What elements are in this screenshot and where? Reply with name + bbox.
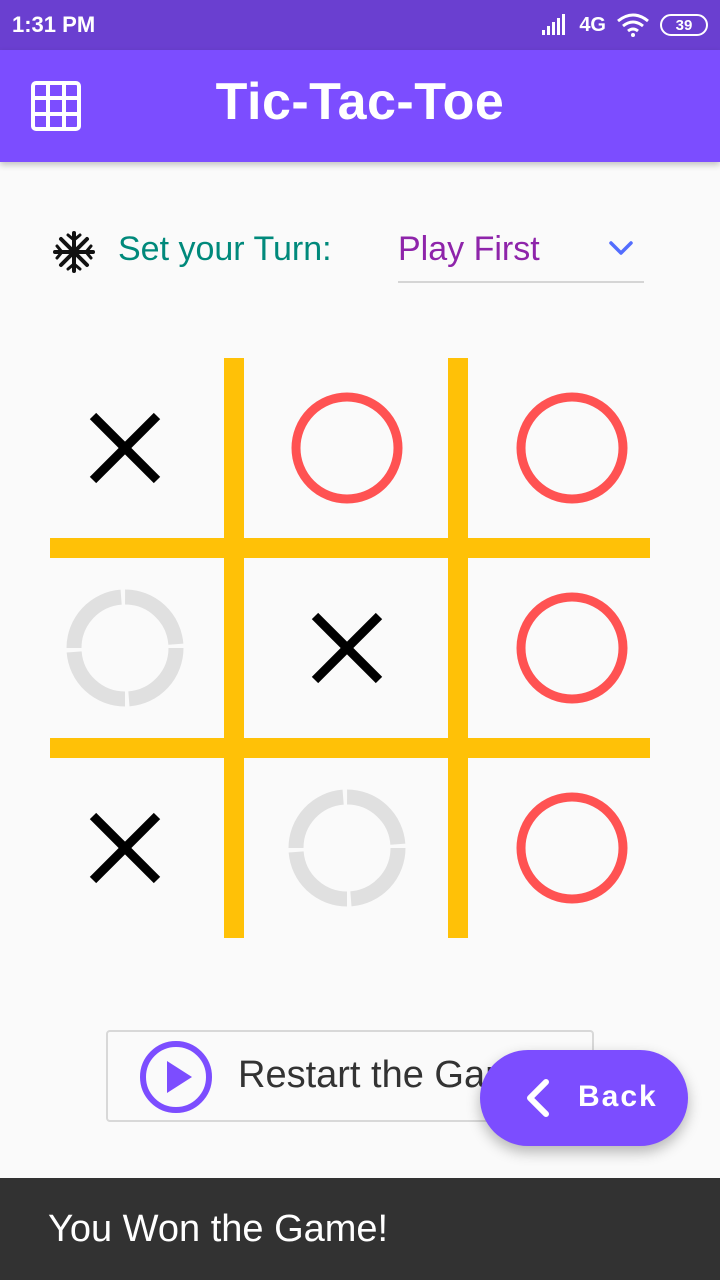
app-bar: Tic-Tac-Toe <box>0 50 720 162</box>
board-cell-r3c3[interactable] <box>497 773 647 923</box>
board-cell-r1c1[interactable] <box>50 373 200 523</box>
board-cell-r3c2[interactable] <box>272 773 422 923</box>
board-line-horizontal-2 <box>50 738 650 758</box>
turn-dropdown[interactable]: Play First <box>398 220 644 283</box>
status-time: 1:31 PM <box>12 12 96 37</box>
x-mark-icon <box>311 612 383 684</box>
board-cell-r2c2[interactable] <box>272 573 422 723</box>
back-label: Back <box>578 1080 658 1113</box>
snackbar-message: You Won the Game! <box>48 1208 389 1250</box>
empty-cell-spinner-icon <box>66 589 184 707</box>
battery-icon: 39 <box>660 14 708 36</box>
chevron-down-icon <box>609 241 633 255</box>
status-icons: 4G 39 <box>541 12 708 38</box>
board-cell-r3c1[interactable] <box>50 773 200 923</box>
o-mark-icon <box>516 792 628 904</box>
x-mark-icon <box>89 812 161 884</box>
board-cell-r1c2[interactable] <box>272 373 422 523</box>
x-mark-icon <box>89 412 161 484</box>
board-cell-r2c3[interactable] <box>497 573 647 723</box>
empty-cell-spinner-icon <box>288 789 406 907</box>
board-line-horizontal-1 <box>50 538 650 558</box>
battery-level: 39 <box>675 16 693 34</box>
o-mark-icon <box>516 392 628 504</box>
snackbar: You Won the Game! <box>0 1178 720 1280</box>
status-bar: 1:31 PM 4G 39 <box>0 0 720 50</box>
turn-selected-value: Play First <box>398 230 540 268</box>
back-button[interactable]: Back <box>480 1050 688 1146</box>
o-mark-icon <box>291 392 403 504</box>
snowflake-icon <box>53 231 95 273</box>
play-circle-icon <box>140 1041 212 1113</box>
chevron-left-icon <box>527 1079 549 1117</box>
game-board <box>50 358 650 938</box>
o-mark-icon <box>516 592 628 704</box>
board-line-vertical-2 <box>448 358 468 938</box>
network-type: 4G <box>579 13 606 36</box>
wifi-icon <box>617 13 649 37</box>
board-cell-r1c3[interactable] <box>497 373 647 523</box>
turn-label: Set your Turn: <box>118 230 332 268</box>
signal-icon <box>542 14 566 35</box>
board-line-vertical-1 <box>224 358 244 938</box>
app-title: Tic-Tac-Toe <box>215 73 505 131</box>
board-cell-r2c1[interactable] <box>50 573 200 723</box>
